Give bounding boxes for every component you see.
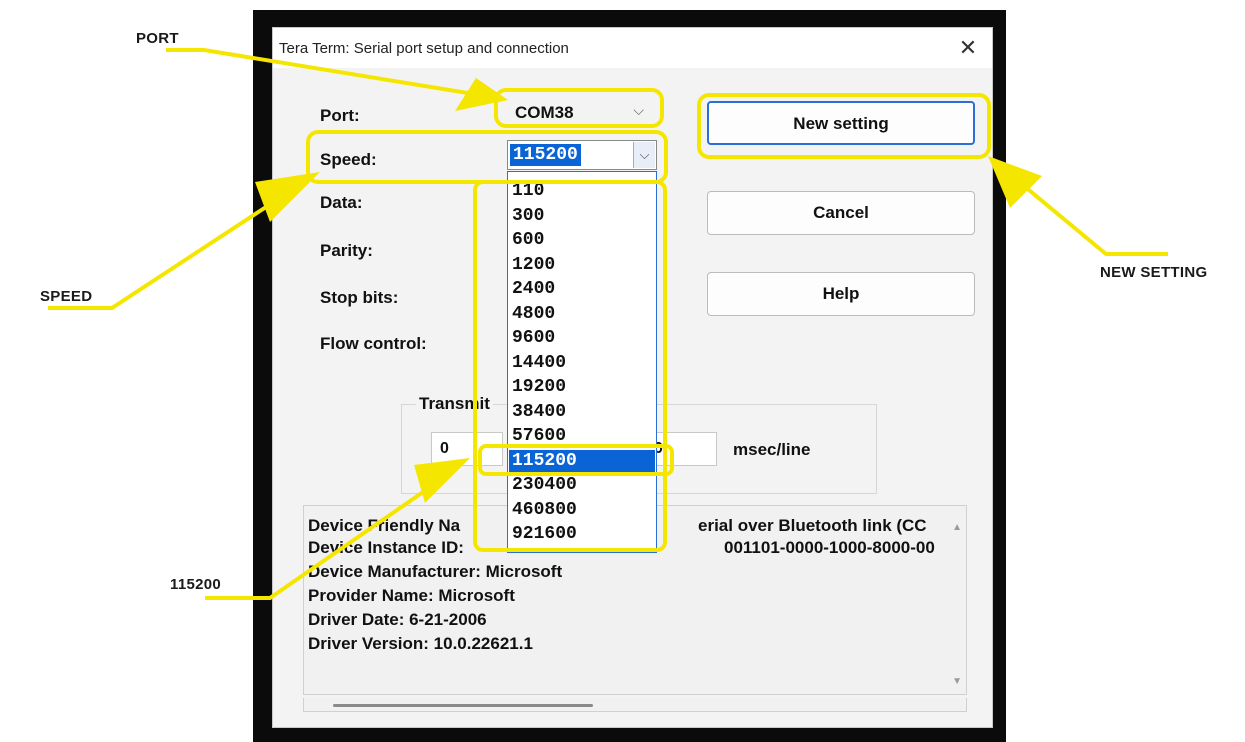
port-label: Port: [320, 106, 360, 125]
speed-option[interactable]: 4800 [509, 303, 655, 325]
speed-option[interactable]: 600 [509, 229, 655, 251]
info-line: erial over Bluetooth link (CC [698, 516, 927, 535]
port-select[interactable]: COM38 ⌵ [507, 98, 652, 130]
driver-date: Driver Date: 6-21-2006 [308, 610, 487, 629]
info-line: Device Instance ID: [308, 538, 464, 557]
port-value: COM38 [515, 103, 574, 122]
data-label: Data: [320, 193, 363, 212]
speed-option[interactable]: 921600 [509, 523, 655, 545]
speed-option[interactable]: 57600 [509, 425, 655, 447]
speed-option[interactable]: 19200 [509, 376, 655, 398]
info-line: 001101-0000-1000-8000-00 [724, 538, 935, 557]
device-manufacturer: Device Manufacturer: Microsoft [308, 562, 563, 581]
speed-option[interactable]: 110 [509, 180, 655, 202]
driver-version: Driver Version: 10.0.22621.1 [308, 634, 533, 653]
new-setting-arrow-line [998, 164, 1168, 256]
callout-label-port: PORT [136, 30, 179, 47]
speed-option[interactable]: 230400 [509, 474, 655, 496]
speed-option[interactable]: 2400 [509, 278, 655, 300]
info-line: Device Friendly Na [308, 516, 461, 535]
help-button[interactable]: Help [707, 272, 975, 316]
callout-label-115200: 115200 [170, 576, 222, 593]
scroll-down-icon[interactable]: ▼ [952, 676, 962, 687]
provider-name: Provider Name: Microsoft [308, 586, 515, 605]
chevron-down-icon[interactable]: ⌵ [633, 142, 655, 168]
callout-label-new-setting: NEW SETTING [1100, 264, 1208, 281]
line-delay-unit: msec/line [733, 440, 811, 459]
speed-dropdown-list[interactable]: 110 300 600 1200 2400 4800 9600 14400 19200 38400… [507, 171, 657, 553]
scroll-up-icon[interactable]: ▲ [952, 522, 962, 533]
speed-option[interactable]: 1200 [509, 254, 655, 276]
title-bar: Tera Term: Serial port setup and connect… [273, 28, 992, 68]
transmit-delay-legend: Transmit [416, 394, 493, 414]
parity-label: Parity: [320, 241, 373, 260]
cancel-button[interactable]: Cancel [707, 191, 975, 235]
speed-option[interactable]: 300 [509, 205, 655, 227]
chevron-down-icon: ⌵ [633, 102, 644, 118]
new-setting-button[interactable]: New setting [707, 101, 975, 145]
stop-bits-label: Stop bits: [320, 288, 399, 307]
char-delay-input[interactable]: 0 [431, 432, 503, 466]
callout-label-speed: SPEED [40, 288, 93, 305]
close-icon[interactable]: ✕ [954, 34, 982, 62]
dialog-title: Tera Term: Serial port setup and connect… [279, 40, 569, 57]
speed-option[interactable]: 9600 [509, 327, 655, 349]
serial-setup-dialog: Tera Term: Serial port setup and connect… [272, 27, 993, 728]
flow-control-label: Flow control: [320, 334, 427, 353]
speed-option[interactable]: 115200 [509, 449, 655, 472]
scrollbar-thumb[interactable] [333, 704, 593, 707]
speed-value: 115200 [510, 144, 581, 166]
speed-select[interactable]: 115200 ⌵ [507, 140, 657, 170]
speed-option[interactable]: 460800 [509, 499, 655, 521]
speed-label: Speed: [320, 150, 377, 169]
speed-option[interactable]: 38400 [509, 401, 655, 423]
speed-option[interactable]: 14400 [509, 352, 655, 374]
